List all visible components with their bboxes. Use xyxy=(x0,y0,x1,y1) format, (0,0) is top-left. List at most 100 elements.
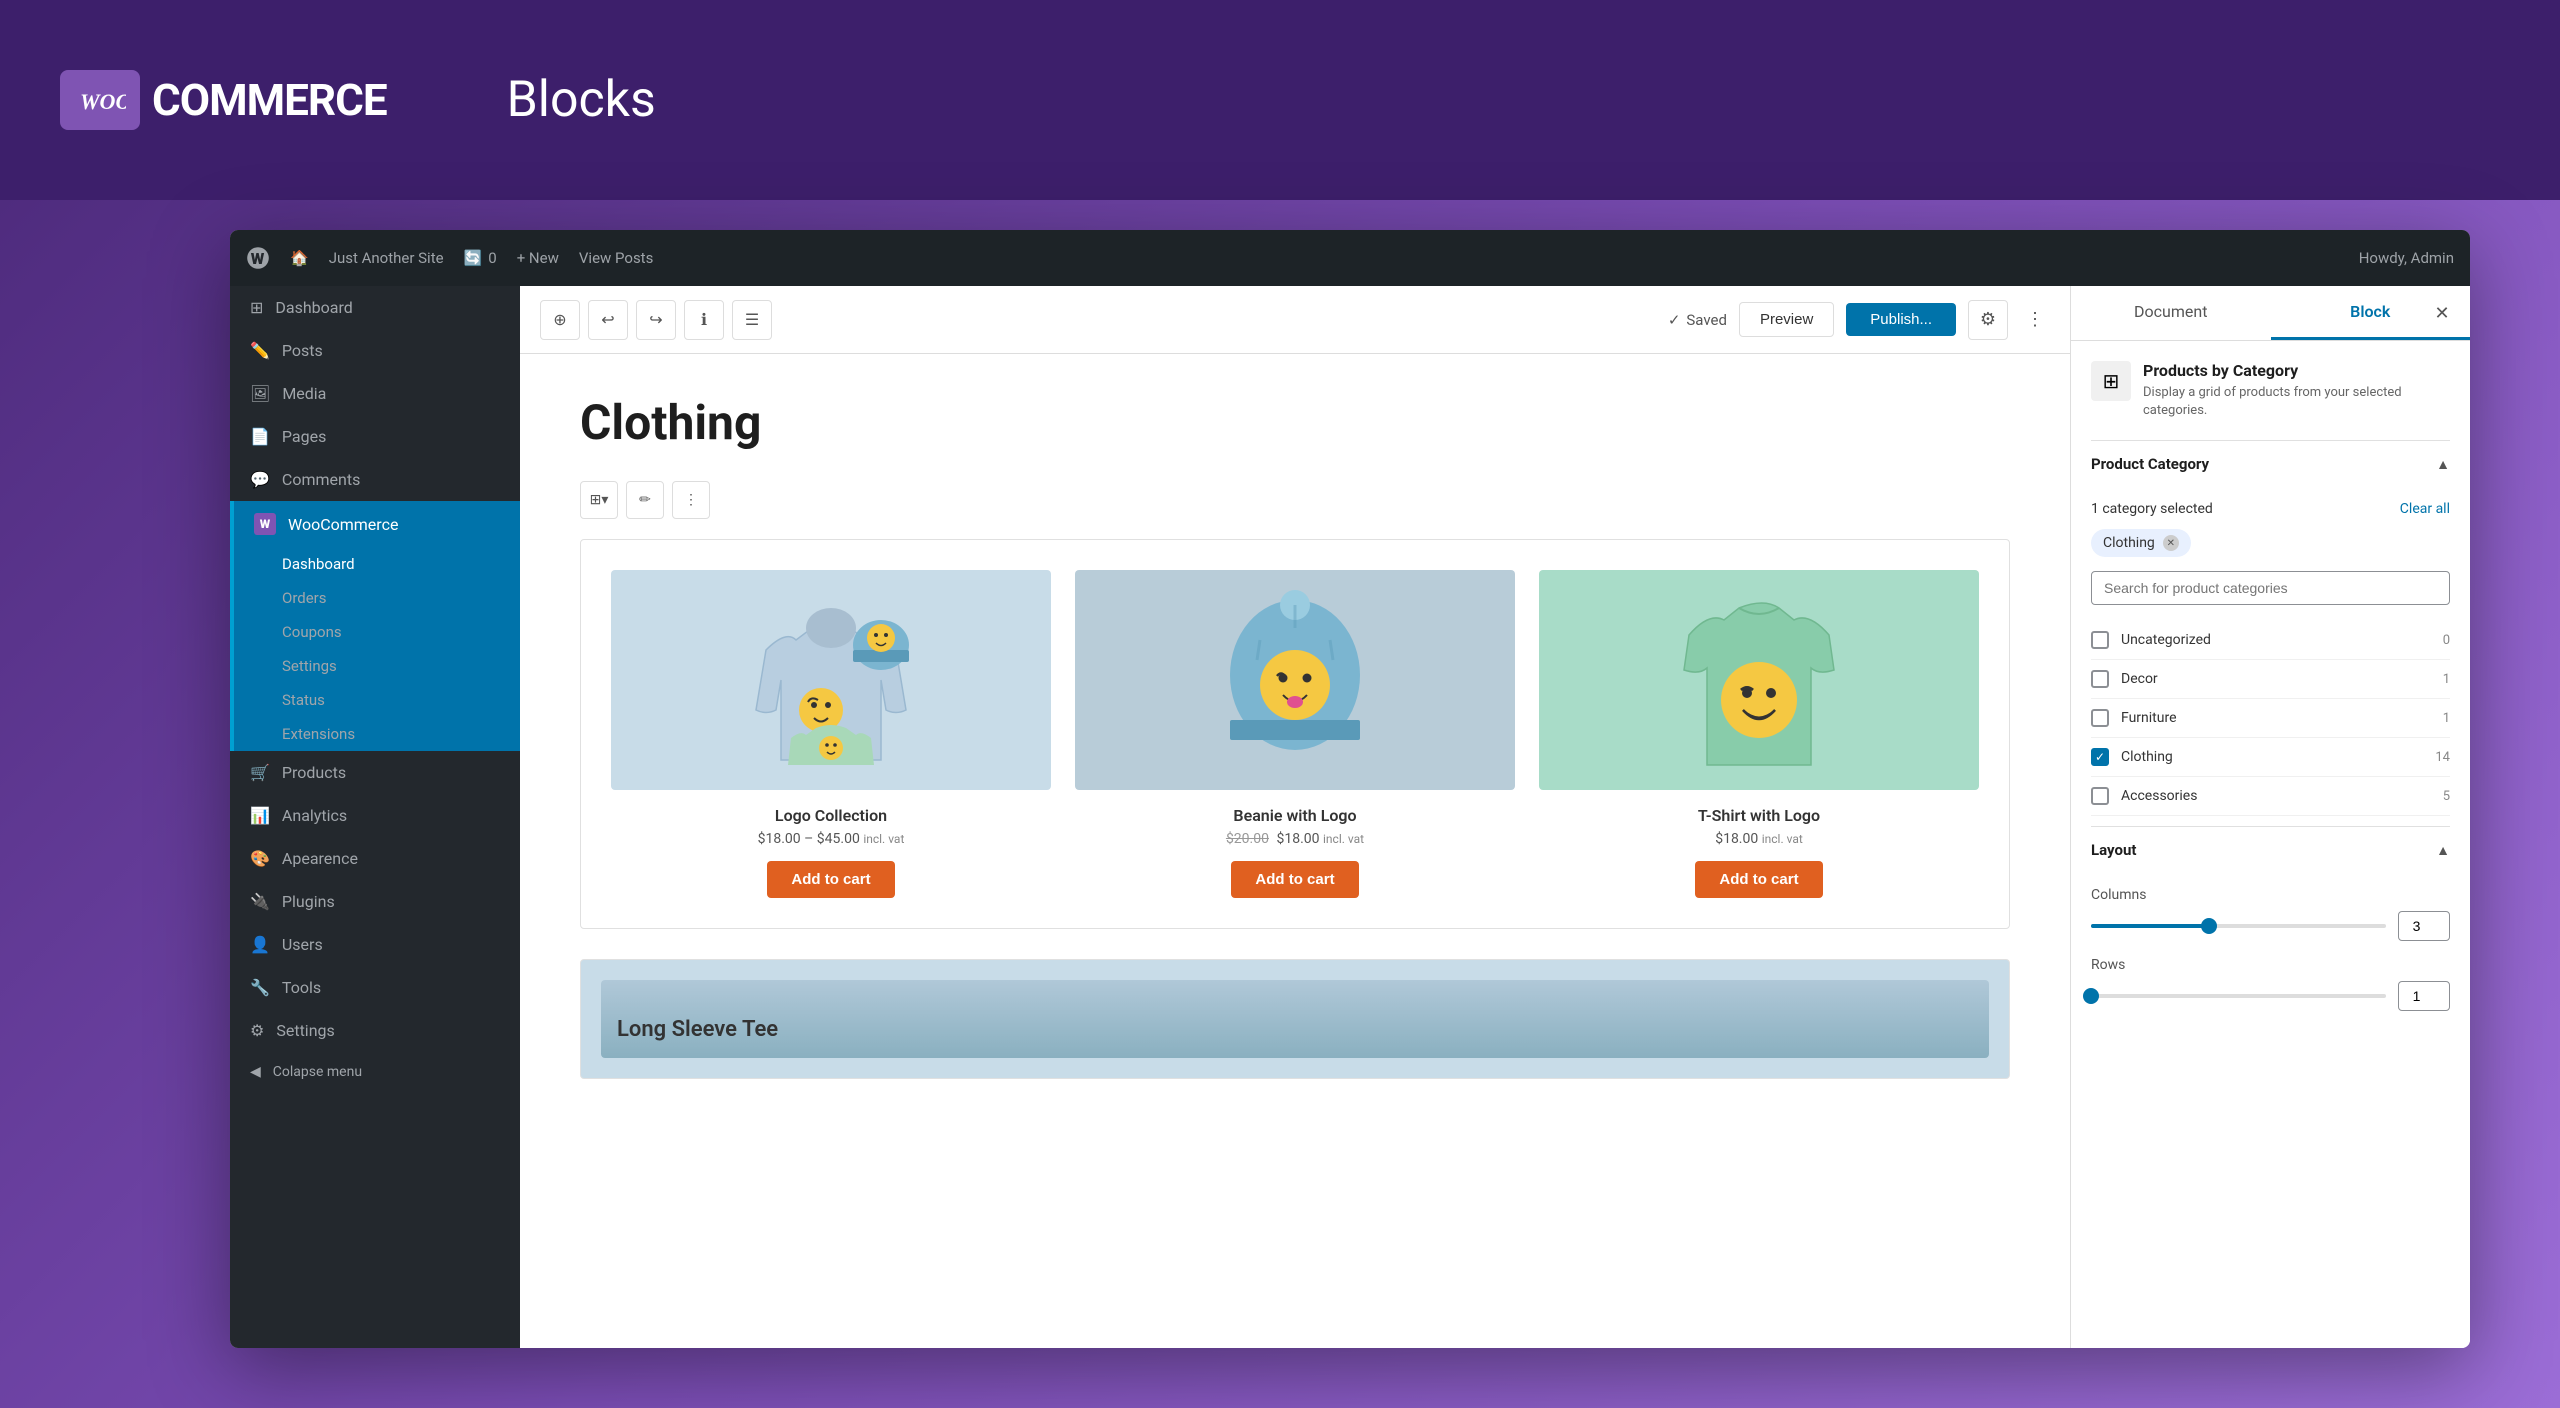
appearance-icon: 🎨 xyxy=(250,849,270,868)
add-to-cart-tshirt[interactable]: Add to cart xyxy=(1695,861,1822,898)
layout-title: Layout xyxy=(2091,841,2136,859)
sidebar-label-appearance: Apearence xyxy=(282,849,358,868)
columns-label: Columns xyxy=(2091,887,2450,903)
sidebar-item-dashboard[interactable]: ⊞ Dashboard xyxy=(230,286,520,329)
sidebar-label-pages: Pages xyxy=(282,427,326,446)
undo-btn[interactable]: ↩ xyxy=(588,300,628,340)
sidebar-item-posts[interactable]: ✏️ Posts xyxy=(230,329,520,372)
sidebar-item-products[interactable]: 🛒 Products xyxy=(230,751,520,794)
category-count-clothing: 14 xyxy=(2435,750,2450,765)
site-name[interactable]: Just Another Site xyxy=(329,249,444,267)
close-sidebar-button[interactable]: ✕ xyxy=(2426,297,2458,329)
redo-btn[interactable]: ↪ xyxy=(636,300,676,340)
products-container: Logo Collection $18.00 – $45.00 incl. va… xyxy=(580,539,2010,929)
product-name-beanie: Beanie with Logo xyxy=(1233,806,1356,825)
category-item-uncategorized: Uncategorized 0 xyxy=(2091,621,2450,660)
block-inserter-btn[interactable]: ⊕ xyxy=(540,300,580,340)
block-type-icon: ⊞ xyxy=(2091,361,2131,401)
category-checkbox-accessories[interactable] xyxy=(2091,787,2109,805)
saved-text: Saved xyxy=(1686,311,1727,329)
updates-item[interactable]: 🔄 0 xyxy=(464,249,497,267)
rows-label: Rows xyxy=(2091,957,2450,973)
sidebar-collapse[interactable]: ◀ Colapse menu xyxy=(230,1052,520,1092)
collapse-label: Colapse menu xyxy=(273,1064,362,1080)
category-name-uncategorized: Uncategorized xyxy=(2121,632,2431,648)
sidebar-item-settings[interactable]: ⚙ Settings xyxy=(230,1009,520,1052)
sidebar-label-analytics: Analytics xyxy=(282,806,347,825)
page-title: Blocks xyxy=(507,71,656,129)
tab-document[interactable]: Document xyxy=(2071,286,2271,340)
preview-button[interactable]: Preview xyxy=(1739,302,1834,337)
add-to-cart-beanie[interactable]: Add to cart xyxy=(1231,861,1358,898)
block-type-btn[interactable]: ⊞▾ xyxy=(580,481,618,519)
list-view-btn[interactable]: ☰ xyxy=(732,300,772,340)
block-heading: Clothing xyxy=(580,394,2010,451)
columns-slider-fill xyxy=(2091,924,2209,928)
product-name-tshirt: T-Shirt with Logo xyxy=(1698,806,1820,825)
sidebar-item-users[interactable]: 👤 Users xyxy=(230,923,520,966)
sidebar-label-dashboard: Dashboard xyxy=(275,298,352,317)
product-card-logo-collection: Logo Collection $18.00 – $45.00 incl. va… xyxy=(611,570,1051,898)
category-item-accessories: Accessories 5 xyxy=(2091,777,2450,816)
sidebar-item-analytics[interactable]: 📊 Analytics xyxy=(230,794,520,837)
dashboard-icon: ⊞ xyxy=(250,298,263,317)
media-icon: 🖼 xyxy=(250,384,270,403)
sidebar-item-woocommerce[interactable]: W WooCommerce xyxy=(230,501,520,547)
category-checkbox-uncategorized[interactable] xyxy=(2091,631,2109,649)
category-item-decor: Decor 1 xyxy=(2091,660,2450,699)
settings-gear-button[interactable]: ⚙ xyxy=(1968,300,2008,340)
category-count-uncategorized: 0 xyxy=(2443,633,2450,648)
category-checkbox-decor[interactable] xyxy=(2091,670,2109,688)
more-options-button[interactable]: ⋮ xyxy=(2020,300,2050,340)
product-image-logo-collection xyxy=(611,570,1051,790)
rows-value-input[interactable]: 1 xyxy=(2398,981,2450,1011)
edit-btn[interactable]: ✏ xyxy=(626,481,664,519)
right-sidebar-content: ⊞ Products by Category Display a grid of… xyxy=(2071,341,2470,1348)
site-home-icon[interactable]: 🏠 xyxy=(290,249,309,267)
saved-status: ✓ Saved xyxy=(1668,311,1727,329)
columns-slider-container: 3 xyxy=(2091,911,2450,941)
sidebar-item-comments[interactable]: 💬 Comments xyxy=(230,458,520,501)
sidebar-item-appearance[interactable]: 🎨 Apearence xyxy=(230,837,520,880)
clothing-tag-remove[interactable]: ✕ xyxy=(2163,535,2179,551)
price-original: $20.00 xyxy=(1226,831,1269,847)
sidebar-sub-status[interactable]: Status xyxy=(230,683,520,717)
publish-button[interactable]: Publish... xyxy=(1846,303,1956,336)
new-item[interactable]: + New xyxy=(517,249,559,267)
sidebar-sub-extensions[interactable]: Extensions xyxy=(230,717,520,751)
info-btn[interactable]: ℹ xyxy=(684,300,724,340)
sidebar-item-tools[interactable]: 🔧 Tools xyxy=(230,966,520,1009)
sidebar-sub-woo-dashboard[interactable]: Dashboard xyxy=(230,547,520,581)
product-name-logo-collection: Logo Collection xyxy=(775,806,887,825)
search-categories-input[interactable] xyxy=(2091,571,2450,605)
product-price-tshirt: $18.00 incl. vat xyxy=(1715,831,1803,847)
category-checkbox-clothing[interactable] xyxy=(2091,748,2109,766)
product-category-chevron[interactable]: ▲ xyxy=(2436,456,2450,473)
view-posts[interactable]: View Posts xyxy=(579,249,653,267)
block-info: ⊞ Products by Category Display a grid of… xyxy=(2091,361,2450,420)
columns-slider-thumb[interactable] xyxy=(2201,918,2217,934)
second-products-container: Long Sleeve Tee xyxy=(580,959,2010,1079)
analytics-icon: 📊 xyxy=(250,806,270,825)
sidebar-item-media[interactable]: 🖼 Media xyxy=(230,372,520,415)
add-to-cart-logo-collection[interactable]: Add to cart xyxy=(767,861,894,898)
product-category-title: Product Category xyxy=(2091,455,2209,473)
category-checkbox-furniture[interactable] xyxy=(2091,709,2109,727)
block-more-btn[interactable]: ⋮ xyxy=(672,481,710,519)
sidebar-sub-coupons[interactable]: Coupons xyxy=(230,615,520,649)
sidebar-sub-settings[interactable]: Settings xyxy=(230,649,520,683)
left-sidebar: ⊞ Dashboard ✏️ Posts 🖼 Media 📄 Pages 💬 C… xyxy=(230,286,520,1348)
sidebar-label-users: Users xyxy=(282,935,323,954)
columns-slider-track[interactable] xyxy=(2091,924,2386,928)
columns-value-input[interactable]: 3 xyxy=(2398,911,2450,941)
collapse-icon: ◀ xyxy=(250,1064,261,1080)
clear-all-link[interactable]: Clear all xyxy=(2400,501,2450,517)
sidebar-item-pages[interactable]: 📄 Pages xyxy=(230,415,520,458)
checkmark-icon: ✓ xyxy=(1668,311,1681,329)
sidebar-sub-orders[interactable]: Orders xyxy=(230,581,520,615)
category-list: Uncategorized 0 Decor 1 Furniture 1 xyxy=(2091,621,2450,816)
rows-slider-track[interactable] xyxy=(2091,994,2386,998)
sidebar-item-plugins[interactable]: 🔌 Plugins xyxy=(230,880,520,923)
layout-chevron[interactable]: ▲ xyxy=(2436,842,2450,859)
rows-slider-thumb[interactable] xyxy=(2083,988,2099,1004)
